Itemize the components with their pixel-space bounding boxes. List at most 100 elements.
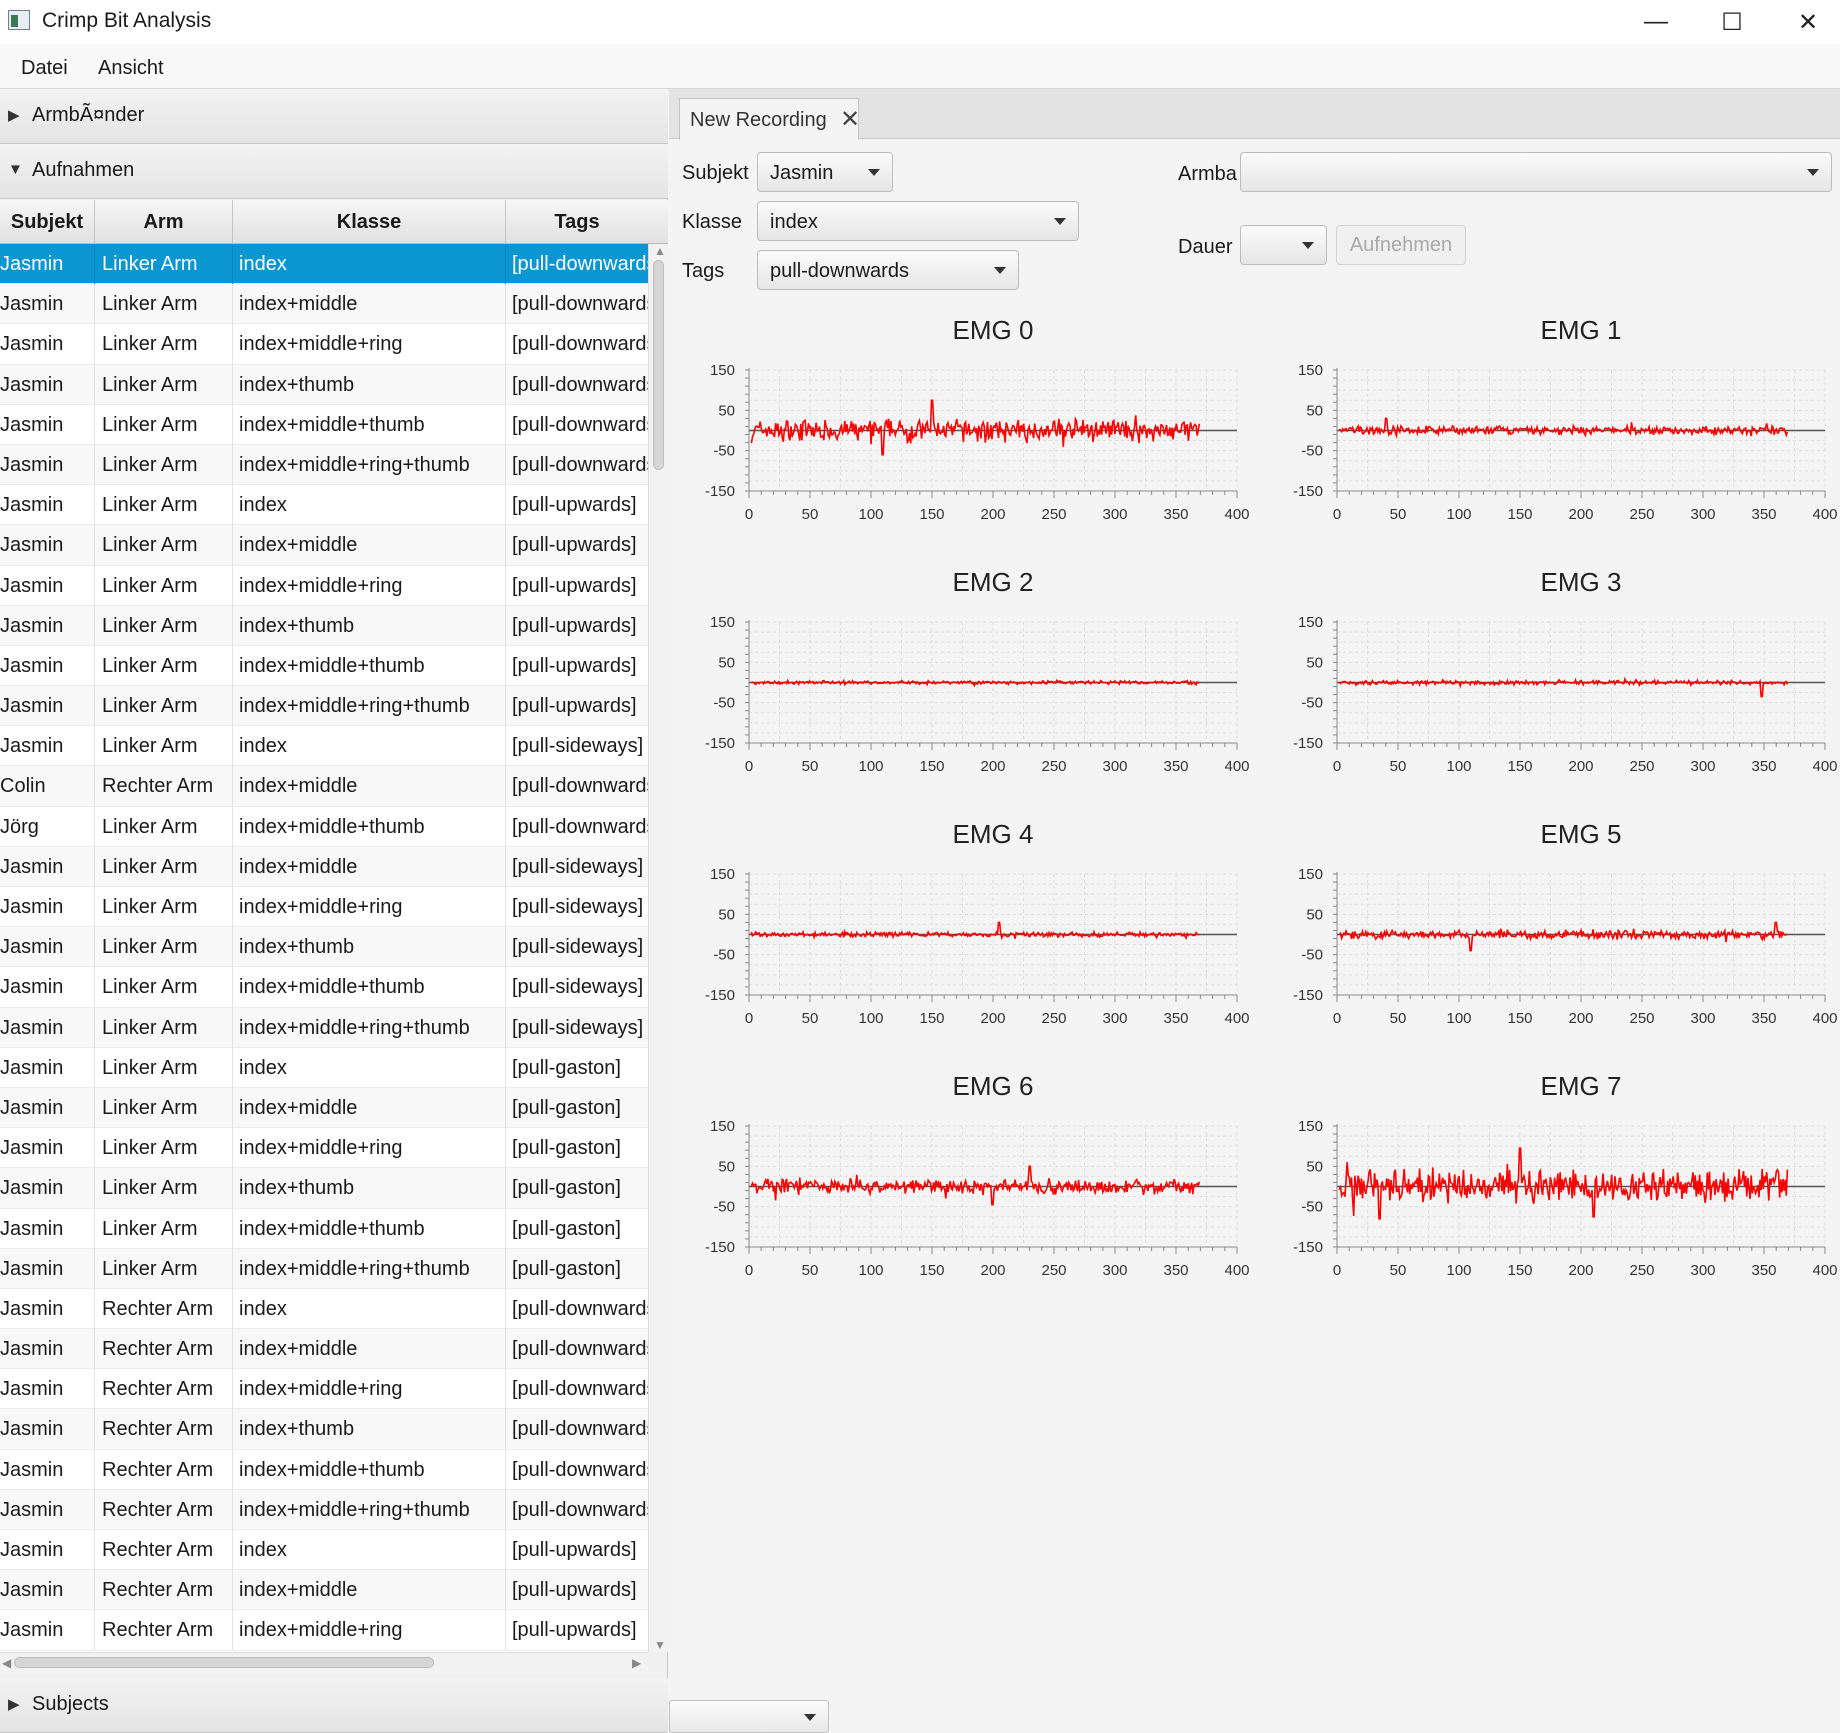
table-row[interactable]: Jasmin Linker Arm index+middle [pull-upward…: [0, 525, 648, 566]
cell-arm: Linker Arm: [95, 846, 233, 887]
table-row[interactable]: Jasmin Linker Arm index+middle+ring+thumb […: [0, 1248, 648, 1289]
cell-tags: [pull-gaston]: [512, 1177, 621, 1200]
table-row[interactable]: Jasmin Linker Arm index+thumb [pull-downwar…: [0, 364, 648, 405]
table-row[interactable]: Jasmin Linker Arm index+middle+ring [pull-d…: [0, 324, 648, 365]
x-tick-label: 0: [1333, 506, 1341, 523]
table-row[interactable]: Jasmin Rechter Arm index+thumb [pull-downwa…: [0, 1409, 648, 1450]
x-tick-label: 50: [1390, 1010, 1407, 1027]
cell-tags: [pull-upwards]: [512, 695, 637, 718]
cell-arm: Linker Arm: [95, 967, 233, 1008]
minimize-button[interactable]: —: [1618, 0, 1694, 44]
cell-subjekt: Jasmin: [0, 1047, 95, 1088]
x-tick-label: 200: [1568, 758, 1593, 775]
table-row[interactable]: Jasmin Linker Arm index+middle+thumb [pull-…: [0, 645, 648, 687]
cell-subjekt: Jasmin: [0, 324, 95, 365]
horizontal-scrollbar[interactable]: ◀ ▶: [0, 1652, 648, 1672]
table-row[interactable]: Jasmin Linker Arm index [pull-upwards]: [0, 485, 648, 526]
cell-tags: [pull-downwards]: [512, 775, 648, 798]
table-row[interactable]: Jasmin Linker Arm index+middle+ring+thumb […: [0, 686, 648, 727]
vertical-scrollbar[interactable]: ▲ ▼: [648, 244, 668, 1652]
cell-tags: [pull-upwards]: [512, 494, 637, 517]
expanded-arrow-icon: ▼: [8, 161, 23, 178]
x-tick-label: 300: [1690, 1262, 1715, 1279]
x-tick-label: 200: [980, 506, 1005, 523]
close-window-button[interactable]: ✕: [1770, 0, 1840, 44]
table-row[interactable]: Jasmin Linker Arm index+middle [pull-gaston…: [0, 1087, 648, 1129]
table-row[interactable]: Jasmin Linker Arm index+middle [pull-sidewa…: [0, 846, 648, 887]
chart-title: EMG 6: [953, 1071, 1034, 1101]
table-row[interactable]: Jasmin Linker Arm index+middle+thumb [pull-…: [0, 404, 648, 445]
column-header-klasse[interactable]: Klasse: [233, 200, 506, 244]
bottom-select[interactable]: [669, 1700, 829, 1733]
table-row[interactable]: Jasmin Linker Arm index+middle+ring [pull-g…: [0, 1128, 648, 1169]
table-row[interactable]: Jasmin Rechter Arm index+middle [pull-upwar…: [0, 1570, 648, 1611]
menu-ansicht[interactable]: Ansicht: [98, 57, 164, 80]
pane-armbaender-header[interactable]: ▶ ArmbÃ¤nder: [0, 89, 668, 144]
menu-datei[interactable]: Datei: [21, 57, 68, 80]
table-row[interactable]: Jasmin Rechter Arm index [pull-downwards]: [0, 1288, 648, 1330]
pane-subjects-header[interactable]: ▶ Subjects: [0, 1678, 668, 1733]
table-row[interactable]: Jasmin Linker Arm index+middle [pull-downwa…: [0, 284, 648, 325]
scroll-left-icon[interactable]: ◀: [2, 1656, 11, 1670]
cell-subjekt: Jörg: [0, 806, 95, 847]
cell-subjekt: Jasmin: [0, 967, 95, 1008]
cell-klasse: index+middle+ring+thumb: [233, 1248, 506, 1289]
emg-chart: EMG 5 0 50 100 150 200 250 300 350 400 150 50 -50 -15…: [1293, 819, 1838, 1027]
table-row[interactable]: Colin Rechter Arm index+middle [pull-downwa…: [0, 766, 648, 807]
x-tick-label: 100: [858, 1010, 883, 1027]
emg-chart: EMG 0 0 50 100 150 200 250 300 350 400 150 50 -50 -15…: [705, 315, 1250, 523]
x-tick-label: 100: [858, 506, 883, 523]
table-row[interactable]: Jasmin Rechter Arm index+middle+ring [pull-…: [0, 1610, 648, 1651]
cell-klasse: index+thumb: [233, 364, 506, 405]
column-header-tags[interactable]: Tags: [506, 200, 648, 244]
table-row[interactable]: Jasmin Linker Arm index [pull-sideways]: [0, 726, 648, 767]
table-row[interactable]: Jasmin Linker Arm index+middle+thumb [pull-…: [0, 1208, 648, 1249]
table-row[interactable]: Jörg Linker Arm index+middle+thumb [pull-do…: [0, 806, 648, 847]
table-row[interactable]: Jasmin Rechter Arm index [pull-upwards]: [0, 1530, 648, 1571]
cell-arm: Linker Arm: [95, 686, 233, 727]
maximize-button[interactable]: ☐: [1694, 0, 1770, 44]
x-tick-label: 100: [1446, 506, 1471, 523]
pane-aufnahmen-header[interactable]: ▼ Aufnahmen: [0, 144, 668, 199]
x-tick-label: 250: [1629, 758, 1654, 775]
scroll-down-icon[interactable]: ▼: [654, 1638, 666, 1652]
x-tick-label: 350: [1163, 506, 1188, 523]
cell-subjekt: Jasmin: [0, 284, 95, 325]
cell-arm: Linker Arm: [95, 927, 233, 968]
x-tick-label: 200: [1568, 1010, 1593, 1027]
table-row[interactable]: Jasmin Linker Arm index+middle+ring [pull-s…: [0, 887, 648, 928]
table-row[interactable]: Jasmin Linker Arm index+middle+thumb [pull-…: [0, 967, 648, 1008]
chart-title: EMG 1: [1541, 315, 1622, 345]
table-row[interactable]: Jasmin Linker Arm index+thumb [pull-upwards…: [0, 605, 648, 646]
table-row[interactable]: Jasmin Rechter Arm index+middle+thumb [pull…: [0, 1449, 648, 1490]
table-row[interactable]: Jasmin Rechter Arm index+middle+ring+thumb…: [0, 1489, 648, 1530]
x-tick-label: 200: [1568, 1262, 1593, 1279]
cell-subjekt: Jasmin: [0, 485, 95, 526]
table-row[interactable]: Jasmin Rechter Arm index+middle+ring [pull-…: [0, 1369, 648, 1410]
table-row[interactable]: Jasmin Linker Arm index+middle+ring+thumb […: [0, 1007, 648, 1048]
column-header-arm[interactable]: Arm: [95, 200, 233, 244]
emg-chart: EMG 6 0 50 100 150 200 250 300 350 400 150 50 -50 -15…: [705, 1071, 1250, 1279]
x-tick-label: 150: [1507, 1010, 1532, 1027]
cell-tags: [pull-downwards]: [512, 413, 648, 436]
y-tick-label: -50: [713, 695, 735, 712]
x-tick-label: 50: [1390, 758, 1407, 775]
cell-klasse: index+middle+ring+thumb: [233, 1007, 506, 1048]
table-row[interactable]: Jasmin Rechter Arm index+middle [pull-downw…: [0, 1329, 648, 1370]
scroll-right-icon[interactable]: ▶: [632, 1656, 641, 1670]
cell-klasse: index: [233, 1047, 506, 1088]
horizontal-scroll-thumb[interactable]: [14, 1657, 434, 1668]
vertical-scroll-thumb[interactable]: [653, 260, 664, 470]
table-row[interactable]: Jasmin Linker Arm index+middle+ring+thumb […: [0, 444, 648, 486]
cell-arm: Linker Arm: [95, 1208, 233, 1249]
cell-subjekt: Jasmin: [0, 1369, 95, 1410]
table-row[interactable]: Jasmin Linker Arm index [pull-downwards]: [0, 244, 648, 285]
scroll-up-icon[interactable]: ▲: [654, 244, 666, 258]
y-tick-label: 50: [718, 654, 735, 671]
column-header-subjekt[interactable]: Subjekt: [0, 200, 95, 244]
cell-tags: [pull-downwards]: [512, 1297, 648, 1320]
table-row[interactable]: Jasmin Linker Arm index [pull-gaston]: [0, 1047, 648, 1088]
table-row[interactable]: Jasmin Linker Arm index+thumb [pull-gaston]: [0, 1168, 648, 1209]
table-row[interactable]: Jasmin Linker Arm index+middle+ring [pull-u…: [0, 565, 648, 606]
table-row[interactable]: Jasmin Linker Arm index+thumb [pull-sideway…: [0, 927, 648, 968]
